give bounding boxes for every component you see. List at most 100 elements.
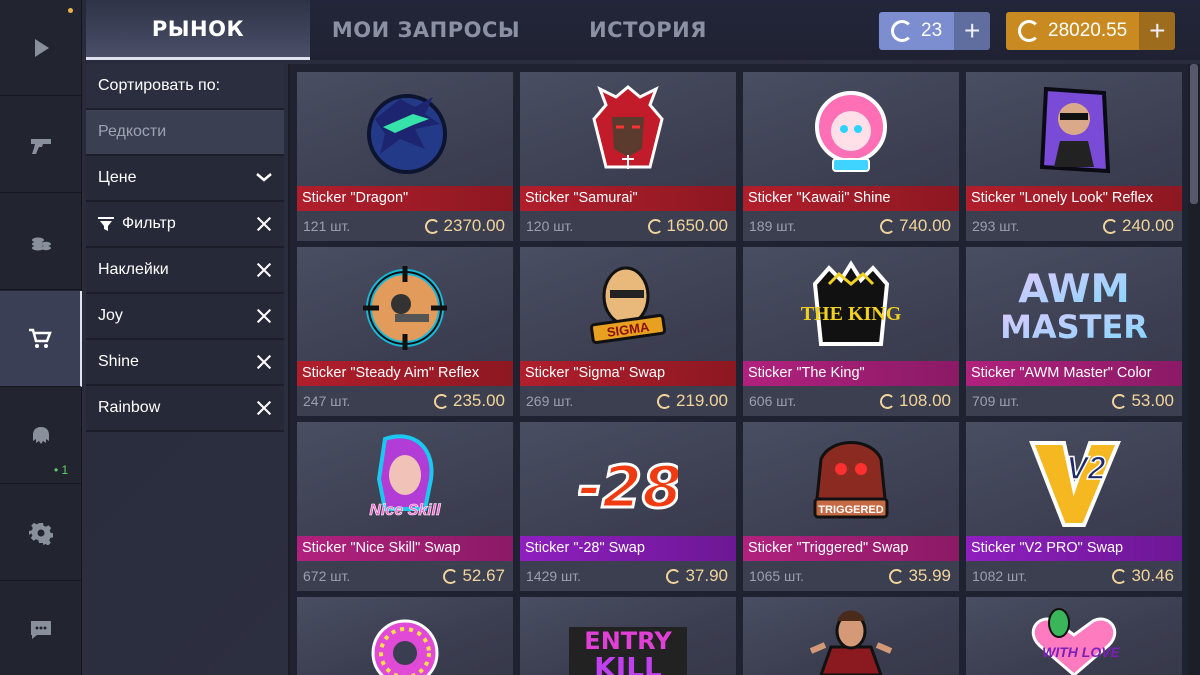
pistol-icon [31, 138, 51, 154]
entry-kill-sticker-image: ENTRY KILL [569, 627, 687, 675]
item-card-sigma[interactable]: SIGMA Sticker "Sigma" Swap 269 шт. 219.0… [520, 247, 736, 416]
remove-tag-stickers-button[interactable] [256, 262, 272, 278]
play-icon [35, 38, 49, 57]
item-price: 30.46 [1112, 566, 1174, 586]
tab-market[interactable]: РЫНОК [86, 0, 310, 60]
item-price-value: 53.00 [1131, 391, 1174, 410]
item-price-value: 37.90 [685, 566, 728, 585]
filter-tag-joy: Joy [86, 294, 284, 340]
item-quantity: 606 шт. [749, 393, 797, 409]
rail-chat-button[interactable] [0, 582, 82, 675]
filter-panel: Сортировать по: Редкости Цене Фильтр Нак… [86, 64, 284, 432]
gold-coin-icon [443, 568, 459, 584]
gentleman-sticker-image [809, 610, 893, 675]
item-card-triggered[interactable]: TRIGGERED Sticker "Triggered" Swap 1065 … [743, 422, 959, 591]
gold-coin-icon [647, 218, 663, 234]
item-name: Sticker "Sigma" Swap [520, 361, 736, 386]
sticker-art-dragon [297, 72, 513, 186]
item-price: 740.00 [880, 216, 951, 236]
v2-pro-sticker-image: V2 [1029, 441, 1121, 527]
item-price: 52.67 [443, 566, 505, 586]
item-card-steady-aim[interactable]: Sticker "Steady Aim" Reflex 247 шт. 235.… [297, 247, 513, 416]
steady-aim-sticker-image [363, 266, 447, 350]
cart-icon [29, 328, 52, 348]
item-card-nice-skill[interactable]: Nice Skill Sticker "Nice Skill" Swap 672… [297, 422, 513, 591]
item-card-entry-kill[interactable]: ENTRY KILL [520, 597, 736, 675]
rail-clan-button[interactable] [0, 388, 82, 484]
item-card-v2-pro[interactable]: V2 Sticker "V2 PRO" Swap 1082 шт. 30.46 [966, 422, 1182, 591]
kawaii-sticker-image [815, 91, 887, 172]
gold-coin-icon [889, 568, 905, 584]
tab-history[interactable]: ИСТОРИЯ [542, 0, 754, 60]
filter-label: Фильтр [122, 215, 176, 232]
item-price-value: 35.99 [908, 566, 951, 585]
item-card-with-love[interactable]: WITH LOVE [966, 597, 1182, 675]
item-meta: 606 шт. 108.00 [743, 386, 959, 416]
item-price: 1650.00 [647, 216, 728, 236]
secondary-currency: 23 + [879, 12, 991, 50]
filter-tag-stickers: Наклейки [86, 248, 284, 294]
item-card-gentleman[interactable] [743, 597, 959, 675]
gold-currency: 28020.55 + [1006, 12, 1176, 50]
remove-tag-joy-button[interactable] [256, 308, 272, 324]
add-secondary-currency-button[interactable]: + [954, 12, 991, 50]
filter-toggle[interactable]: Фильтр [86, 202, 284, 248]
sort-option-price[interactable]: Цене [86, 156, 284, 202]
item-card-kawaii[interactable]: Sticker "Kawaii" Shine 189 шт. 740.00 [743, 72, 959, 241]
lonely-look-sticker-image [1039, 86, 1111, 174]
rail-play-button[interactable] [0, 0, 82, 96]
rail-inventory-button[interactable] [0, 194, 82, 290]
gold-coin-icon [880, 393, 895, 409]
sort-option-price-label: Цене [98, 169, 137, 186]
sort-option-rarity[interactable]: Редкости [86, 110, 284, 156]
grid-scrollbar[interactable] [1188, 64, 1200, 675]
sweet-victory-sticker-image [371, 619, 439, 675]
tab-my-requests[interactable]: МОИ ЗАПРОСЫ [310, 0, 542, 60]
item-card-lonely-look[interactable]: Sticker "Lonely Look" Reflex 293 шт. 240… [966, 72, 1182, 241]
sticker-art-awm-master: AWM MASTER [966, 247, 1182, 361]
dragon-sticker-image [367, 94, 447, 174]
item-quantity: 269 шт. [526, 393, 574, 409]
item-price: 53.00 [1112, 391, 1174, 411]
item-meta: 121 шт. 2370.00 [297, 211, 513, 241]
item-price-value: 52.67 [462, 566, 505, 585]
clear-filter-button[interactable] [256, 216, 272, 232]
item-card-samurai[interactable]: Sticker "Samurai" 120 шт. 1650.00 [520, 72, 736, 241]
remove-tag-rainbow-button[interactable] [256, 400, 272, 416]
gold-coin-icon [1112, 568, 1128, 584]
item-price: 235.00 [434, 391, 505, 411]
gold-currency-amount: 28020.55 [1006, 12, 1140, 50]
item-name: Sticker "Nice Skill" Swap [297, 536, 513, 561]
svg-text:WITH LOVE: WITH LOVE [1042, 644, 1120, 660]
rail-market-button[interactable] [0, 291, 82, 387]
sticker-art-with-love: WITH LOVE [966, 597, 1182, 675]
gold-amount-text: 28020.55 [1048, 20, 1128, 41]
sticker-art-samurai [520, 72, 736, 186]
item-price-value: 740.00 [899, 216, 951, 235]
funnel-icon [98, 217, 114, 231]
item-name: Sticker "Samurai" [520, 186, 736, 211]
remove-tag-shine-button[interactable] [256, 354, 272, 370]
gear-icon [29, 522, 53, 545]
item-card-minus-28[interactable]: -28 Sticker "-28" Swap 1429 шт. 37.90 [520, 422, 736, 591]
gold-coin-icon [1018, 20, 1040, 42]
item-card-sweet-victory[interactable] [297, 597, 513, 675]
sticker-art-kawaii [743, 72, 959, 186]
v2-art-text: V2 [1066, 450, 1105, 486]
item-name: Sticker "V2 PRO" Swap [966, 536, 1182, 561]
sticker-art-the-king: THE KING [743, 247, 959, 361]
with-love-sticker-image: WITH LOVE [1031, 608, 1121, 675]
secondary-currency-amount: 23 [879, 12, 955, 50]
scrollbar-thumb[interactable] [1190, 64, 1198, 204]
item-name: Sticker "Triggered" Swap [743, 536, 959, 561]
rail-weapons-button[interactable] [0, 97, 82, 193]
item-card-the-king[interactable]: THE KING Sticker "The King" 606 шт. 108.… [743, 247, 959, 416]
rail-settings-button[interactable] [0, 485, 82, 581]
filter-tag-label: Shine [98, 353, 139, 370]
item-card-awm-master[interactable]: AWM MASTER Sticker "AWM Master" Color 70… [966, 247, 1182, 416]
clan-icon [33, 426, 49, 444]
item-meta: 293 шт. 240.00 [966, 211, 1182, 241]
add-gold-button[interactable]: + [1139, 12, 1176, 50]
item-card-dragon[interactable]: Sticker "Dragon" 121 шт. 2370.00 [297, 72, 513, 241]
item-meta: 189 шт. 740.00 [743, 211, 959, 241]
